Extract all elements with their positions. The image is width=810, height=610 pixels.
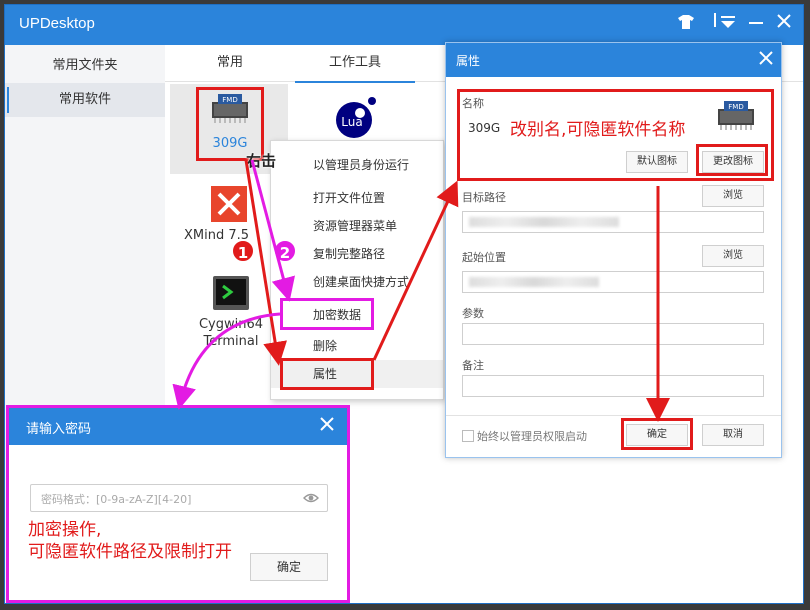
menu-item-run-as-admin[interactable]: 以管理员身份运行 — [271, 151, 443, 179]
encrypt-note-line2: 可隐匿软件路径及限制打开 — [28, 542, 232, 562]
properties-title: 属性 — [456, 54, 481, 68]
start-path-field[interactable] — [462, 271, 764, 293]
app-tile-xmind[interactable]: XMind 7.5 — [184, 186, 274, 243]
args-field[interactable] — [462, 323, 764, 345]
menu-dropdown-icon[interactable] — [717, 13, 739, 35]
step-1-badge: 1 — [231, 239, 255, 263]
target-path-field[interactable] — [462, 211, 764, 233]
close-icon[interactable] — [773, 13, 795, 35]
blurred-text — [469, 217, 619, 227]
admin-checkbox-label: 始终以管理员权限启动 — [477, 430, 587, 443]
step-2-badge: 2 — [273, 239, 297, 263]
lua-icon[interactable]: Lua — [334, 96, 378, 143]
target-label: 目标路径 — [462, 191, 506, 204]
tab-label: 常用 — [216, 55, 243, 70]
cygwin-icon — [213, 276, 249, 310]
highlight-password-dialog — [6, 405, 350, 603]
minimize-icon[interactable] — [745, 13, 767, 35]
highlight-encrypt — [280, 298, 374, 330]
cancel-button[interactable]: 取消 — [702, 424, 764, 446]
args-label: 参数 — [462, 307, 484, 320]
browse-target-button[interactable]: 浏览 — [702, 185, 764, 207]
right-click-note: 右击 — [246, 152, 277, 170]
sidebar-item-folders[interactable]: 常用文件夹 — [5, 49, 165, 83]
rename-note: 改别名,可隐匿软件名称 — [510, 120, 686, 140]
note-label: 备注 — [462, 359, 484, 372]
tab-work-tools[interactable]: 工作工具 — [295, 45, 415, 83]
close-icon[interactable] — [757, 51, 775, 69]
menu-item-open-location[interactable]: 打开文件位置 — [271, 184, 443, 212]
app-tile-cygwin[interactable]: Cygwin64 Terminal — [186, 276, 276, 350]
sidebar-item-label: 常用文件夹 — [52, 58, 118, 73]
highlight-ok — [621, 418, 693, 450]
admin-checkbox[interactable] — [462, 430, 474, 442]
svg-text:Lua: Lua — [341, 115, 362, 129]
tab-label: 工作工具 — [328, 55, 381, 70]
xmind-icon — [211, 186, 247, 222]
browse-start-button[interactable]: 浏览 — [702, 245, 764, 267]
app-title: UPDesktop — [19, 15, 95, 32]
properties-header: 属性 — [446, 43, 781, 77]
menu-item-create-shortcut[interactable]: 创建桌面快捷方式 — [271, 268, 443, 296]
sidebar-item-label: 常用软件 — [58, 92, 111, 107]
menu-item-delete[interactable]: 删除 — [271, 332, 443, 360]
sidebar-item-software[interactable]: 常用软件 — [5, 83, 165, 117]
app-label: Cygwin64 Terminal — [198, 317, 264, 349]
skin-icon[interactable] — [675, 13, 697, 35]
blurred-text — [469, 277, 599, 287]
divider — [446, 415, 781, 416]
menu-item-copy-path[interactable]: 复制完整路径 — [271, 240, 443, 268]
note-field[interactable] — [462, 375, 764, 397]
highlight-properties — [280, 358, 374, 390]
tab-common[interactable]: 常用 — [175, 45, 285, 81]
highlight-change-icon — [696, 144, 768, 176]
title-bar: UPDesktop — [5, 5, 803, 45]
menu-item-explorer-menu[interactable]: 资源管理器菜单 — [271, 212, 443, 240]
start-label: 起始位置 — [462, 251, 506, 264]
